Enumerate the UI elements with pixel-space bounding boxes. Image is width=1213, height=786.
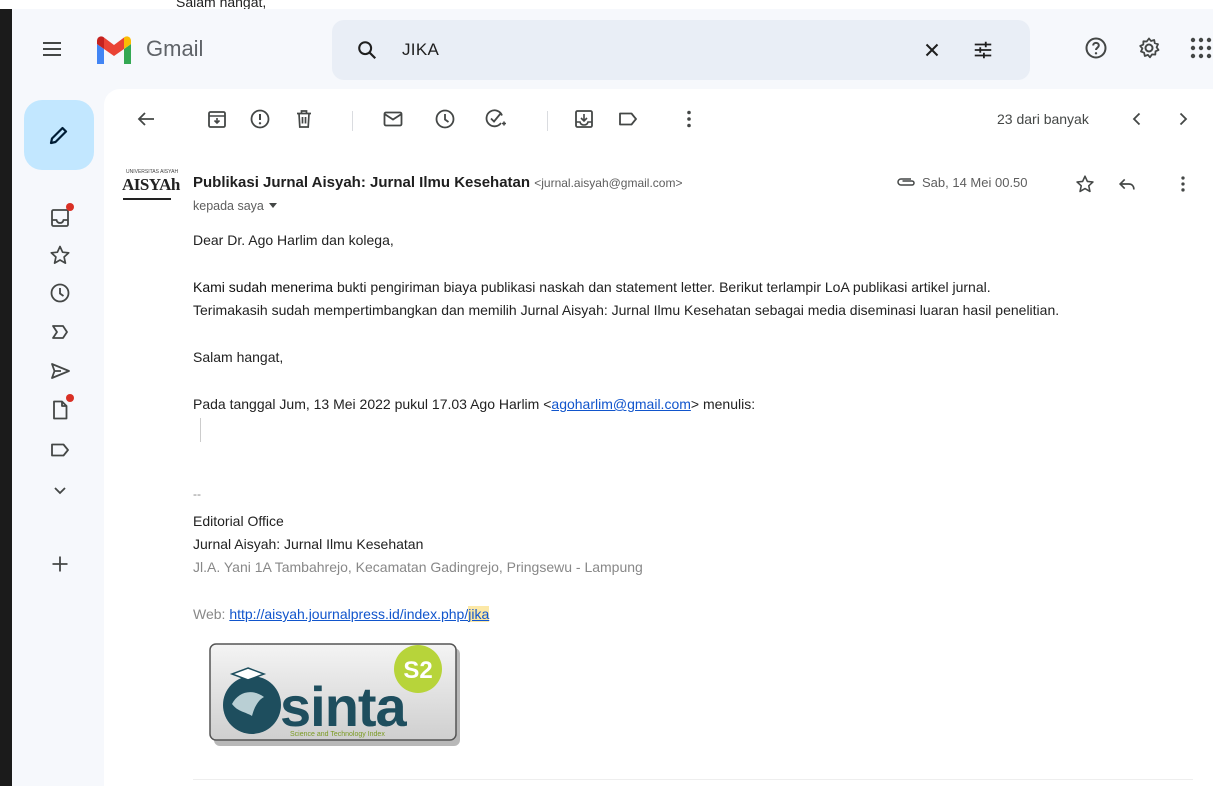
help-icon[interactable] [1084, 36, 1108, 60]
quote-bar [200, 418, 201, 442]
sidebar [12, 89, 104, 786]
divider [193, 779, 1193, 780]
signature-journal: Jurnal Aisyah: Jurnal Ilmu Kesehatan [193, 536, 424, 552]
body-paragraph-1: Kami sudah menerima bukti pengiriman bia… [193, 279, 991, 295]
caret-down-icon [268, 203, 277, 208]
important-icon[interactable] [48, 320, 72, 344]
chevron-left-icon[interactable] [1125, 107, 1149, 131]
gmail-window: Gmail JIKA 23 dari banyak UNIVERSITAS AI… [12, 9, 1213, 786]
report-spam-icon[interactable] [248, 107, 272, 131]
pagination-text: 23 dari banyak [997, 111, 1089, 127]
move-to-icon[interactable] [572, 107, 596, 131]
sinta-badge: S2 [403, 657, 432, 684]
snooze-icon[interactable] [433, 107, 457, 131]
send-icon[interactable] [48, 359, 72, 383]
avatar-text: AISYAh [122, 175, 180, 194]
recipient-dropdown[interactable]: kepada saya [193, 199, 277, 213]
sinta-word: sinta [280, 675, 408, 738]
more-vert-icon[interactable] [1172, 173, 1194, 195]
message-date: Sab, 14 Mei 00.50 [922, 175, 1028, 190]
search-icon[interactable] [356, 39, 378, 61]
plus-icon[interactable] [48, 552, 72, 576]
sinta-logo: S2 sinta Science and Technology Index [209, 643, 460, 746]
sender-email: <jurnal.aisyah@gmail.com> [534, 176, 683, 190]
pencil-icon [49, 126, 68, 145]
add-task-icon[interactable] [483, 107, 507, 131]
greeting: Dear Dr. Ago Harlim dan kolega, [193, 232, 394, 248]
signature-web: Web: http://aisyah.journalpress.id/index… [193, 606, 490, 622]
header: Gmail JIKA [12, 9, 1213, 89]
delete-icon[interactable] [292, 107, 316, 131]
star-icon[interactable] [48, 243, 72, 267]
website-link-highlight[interactable]: jika [468, 606, 490, 622]
compose-button[interactable] [24, 100, 94, 170]
archive-icon[interactable] [205, 107, 229, 131]
quote-email-link[interactable]: agoharlim@gmail.com [551, 396, 690, 412]
menu-icon[interactable] [40, 37, 64, 61]
signature-dash: -- [193, 487, 201, 501]
overflow-text: Salam hangat, [176, 0, 267, 9]
sinta-tagline: Science and Technology Index [290, 731, 385, 738]
search-bar[interactable]: JIKA [332, 20, 1030, 80]
clock-icon[interactable] [48, 281, 72, 305]
reply-icon[interactable] [1116, 173, 1138, 195]
toolbar-divider [547, 111, 548, 131]
label-icon[interactable] [48, 438, 72, 462]
mark-unread-icon[interactable] [381, 107, 405, 131]
chevron-right-icon[interactable] [1171, 107, 1195, 131]
search-input[interactable]: JIKA [402, 40, 439, 60]
overflow-strip: Salam hangat, [0, 0, 1213, 9]
website-link[interactable]: http://aisyah.journalpress.id/index.php/ [229, 606, 468, 622]
toolbar-divider [352, 111, 353, 131]
apps-icon[interactable] [1190, 37, 1212, 59]
label-as-icon[interactable] [616, 107, 640, 131]
gmail-logo-icon[interactable] [94, 35, 134, 65]
star-icon[interactable] [1074, 173, 1096, 195]
more-vert-icon[interactable] [677, 107, 701, 131]
app-name: Gmail [146, 36, 204, 61]
chevron-down-icon[interactable] [48, 478, 72, 502]
signature-address: Jl.A. Yani 1A Tambahrejo, Kecamatan Gadi… [193, 559, 643, 575]
gear-icon[interactable] [1137, 36, 1161, 60]
tune-icon[interactable] [972, 39, 994, 61]
attachment-icon [897, 178, 915, 186]
avatar[interactable]: UNIVERSITAS AISYAH AISYAh [122, 169, 180, 209]
message-view: 23 dari banyak UNIVERSITAS AISYAH AISYAh… [104, 89, 1213, 786]
close-icon[interactable] [921, 39, 943, 61]
closing: Salam hangat, [193, 349, 284, 365]
body-paragraph-2: Terimakasih sudah mempertimbangkan dan m… [193, 302, 1060, 318]
sender-name[interactable]: Publikasi Jurnal Aisyah: Jurnal Ilmu Kes… [193, 174, 682, 191]
draft-unread-dot [66, 394, 74, 402]
signature-office: Editorial Office [193, 513, 284, 529]
quote-header: Pada tanggal Jum, 13 Mei 2022 pukul 17.0… [193, 396, 756, 412]
back-icon[interactable] [134, 107, 158, 131]
inbox-unread-dot [66, 203, 74, 211]
